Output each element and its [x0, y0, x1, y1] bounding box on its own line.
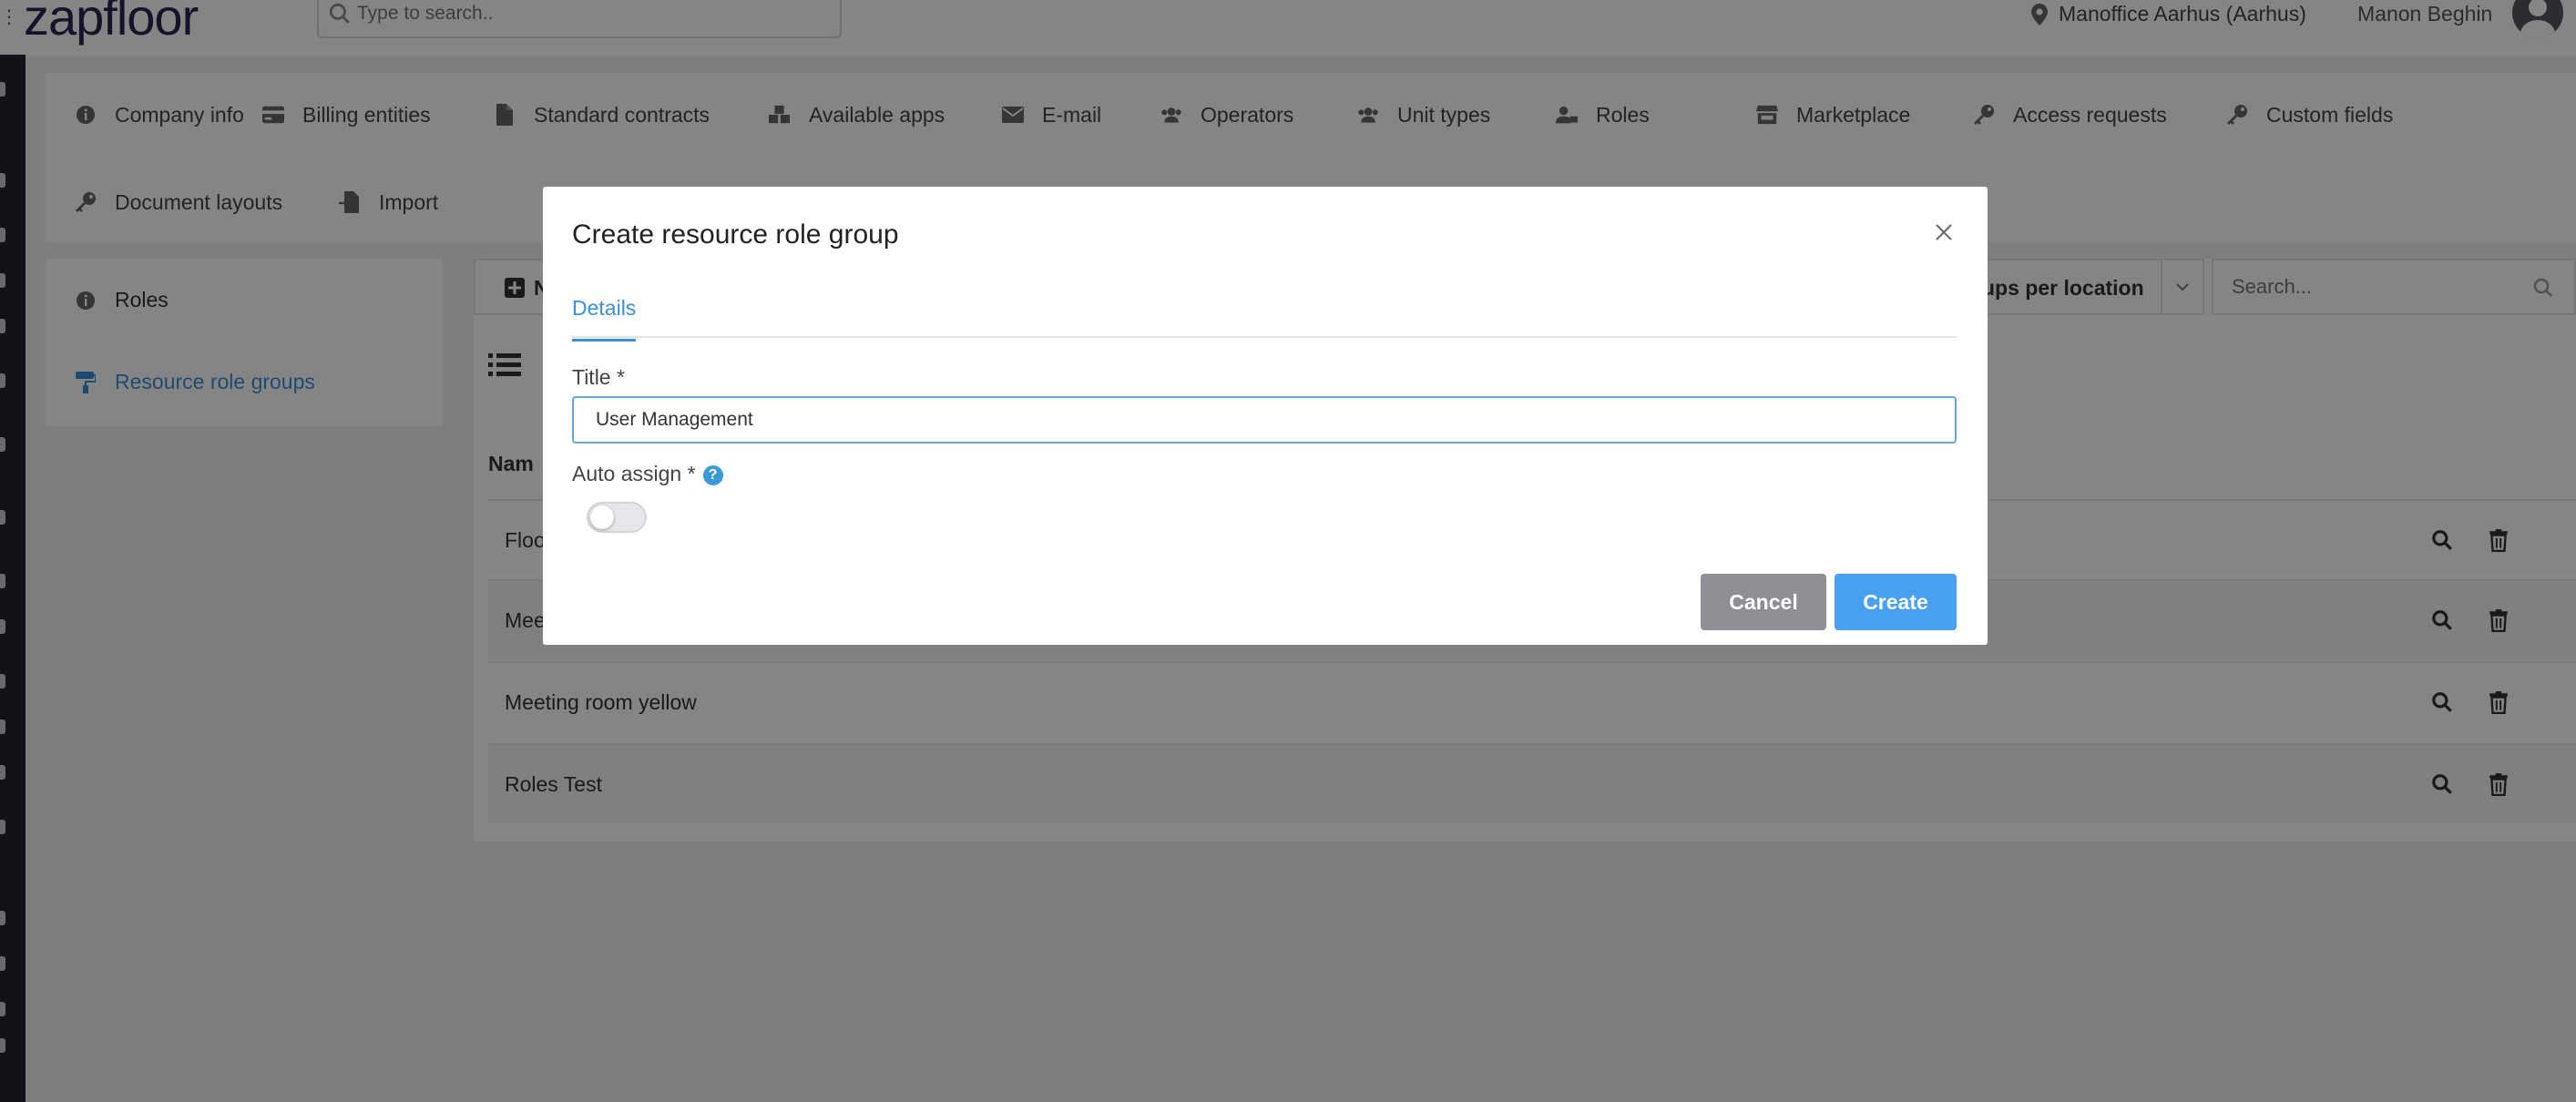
- modal-title: Create resource role group: [572, 219, 899, 250]
- cancel-button[interactable]: Cancel: [1701, 574, 1826, 630]
- close-icon[interactable]: [1933, 221, 1955, 243]
- auto-assign-label: Auto assign *?: [572, 462, 723, 486]
- help-icon[interactable]: ?: [702, 465, 723, 485]
- tab-details[interactable]: Details: [572, 296, 637, 342]
- title-input[interactable]: [572, 396, 1957, 444]
- toggle-knob: [590, 505, 614, 529]
- title-field-label: Title *: [572, 365, 625, 389]
- auto-assign-label-text: Auto assign *: [572, 462, 696, 485]
- create-button[interactable]: Create: [1835, 574, 1957, 630]
- tab-divider: [572, 336, 1957, 338]
- create-resource-role-group-modal: Create resource role group Details Title…: [543, 187, 1988, 645]
- auto-assign-toggle[interactable]: [587, 502, 647, 533]
